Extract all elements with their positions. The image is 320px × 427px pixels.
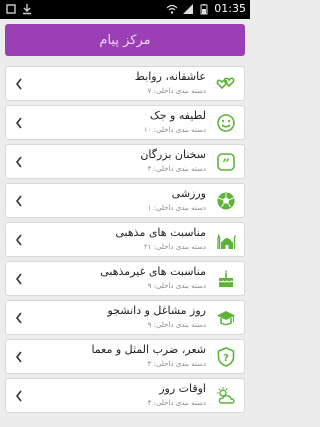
status-time: 01:35 <box>214 2 246 15</box>
chevron-left-icon <box>15 234 22 246</box>
item-subtitle: دسته بندی داخلی: ۱۰ <box>143 126 206 134</box>
item-title: سخنان بزرگان <box>140 148 206 161</box>
chevron-left-icon <box>15 195 22 207</box>
item-subtitle: دسته بندی داخلی: ۱ <box>147 204 206 212</box>
chevron-left-icon <box>15 312 22 324</box>
weather-icon <box>217 387 235 404</box>
quote-icon: ” <box>217 153 235 172</box>
signal-icon <box>183 3 194 14</box>
list-item[interactable]: مناسبت های غیرمذهبی دسته بندی داخلی: ۹ <box>5 261 245 296</box>
mosque-icon <box>217 233 236 249</box>
item-title: لطیفه و جک <box>149 109 206 122</box>
list-item[interactable]: لطیفه و جک دسته بندی داخلی: ۱۰ <box>5 105 245 140</box>
list-item[interactable]: اوقات روز دسته بندی داخلی: ۴ <box>5 378 245 413</box>
item-subtitle: دسته بندی داخلی: ۷ <box>147 87 206 95</box>
download-icon <box>23 4 31 15</box>
item-title: شعر، ضرب المثل و معما <box>91 343 206 356</box>
item-subtitle: دسته بندی داخلی: ۹ <box>147 321 206 329</box>
category-list: عاشقانه، روابط دسته بندی داخلی: ۷ لطیفه … <box>5 66 245 417</box>
item-title: روز مشاغل و دانشجو <box>107 304 207 317</box>
list-item[interactable]: ” سخنان بزرگان دسته بندی داخلی: ۴ <box>5 144 245 179</box>
item-subtitle: دسته بندی داخلی: ۴ <box>147 165 206 173</box>
graduation-cap-icon <box>217 311 235 326</box>
chevron-left-icon <box>15 117 22 129</box>
smiley-icon <box>217 114 235 132</box>
item-subtitle: دسته بندی داخلی: ۴ <box>147 399 206 407</box>
item-title: ورزشی <box>171 187 206 200</box>
list-item[interactable]: عاشقانه، روابط دسته بندی داخلی: ۷ <box>5 66 245 101</box>
item-title: عاشقانه، روابط <box>134 70 206 83</box>
svg-text:?: ? <box>223 353 229 364</box>
question-shield-icon: ? <box>217 347 235 367</box>
notification-icon <box>6 4 16 14</box>
item-subtitle: دسته بندی داخلی: ۹ <box>147 282 206 290</box>
chevron-left-icon <box>15 78 22 90</box>
hearts-icon <box>216 77 235 90</box>
chevron-left-icon <box>15 390 22 402</box>
svg-text:”: ” <box>222 157 229 172</box>
page-title: مرکز پیام <box>5 24 245 56</box>
list-item[interactable]: مناسبت های مذهبی دسته بندی داخلی: ۲۱ <box>5 222 245 257</box>
list-item[interactable]: روز مشاغل و دانشجو دسته بندی داخلی: ۹ <box>5 300 245 335</box>
battery-icon <box>200 3 208 14</box>
chevron-left-icon <box>15 273 22 285</box>
soccer-ball-icon <box>217 192 235 210</box>
wifi-icon <box>166 4 178 14</box>
status-bar: 01:35 <box>0 0 250 19</box>
item-title: مناسبت های غیرمذهبی <box>100 265 206 278</box>
list-item[interactable]: ورزشی دسته بندی داخلی: ۱ <box>5 183 245 218</box>
item-subtitle: دسته بندی داخلی: ۳ <box>147 360 206 368</box>
item-title: اوقات روز <box>159 382 206 395</box>
chevron-left-icon <box>15 351 22 363</box>
cake-icon <box>218 270 234 287</box>
list-item[interactable]: ? شعر، ضرب المثل و معما دسته بندی داخلی:… <box>5 339 245 374</box>
item-title: مناسبت های مذهبی <box>115 226 206 239</box>
chevron-left-icon <box>15 156 22 168</box>
item-subtitle: دسته بندی داخلی: ۲۱ <box>143 243 206 251</box>
